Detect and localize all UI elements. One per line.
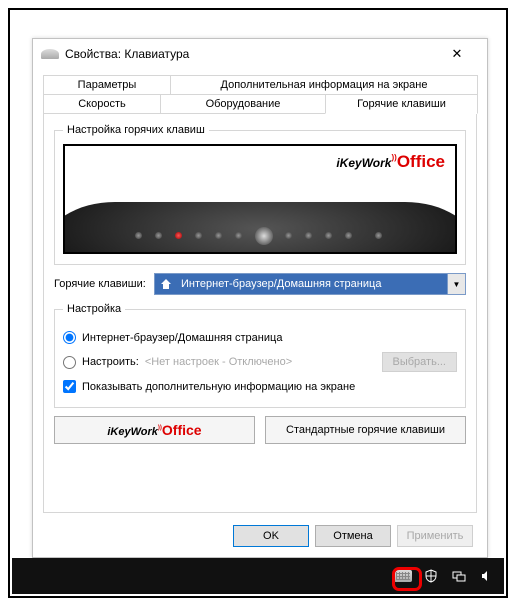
- tab-row-1: Параметры Дополнительная информация на э…: [43, 75, 477, 95]
- close-button[interactable]: ✕: [435, 46, 479, 62]
- show-osd-checkbox[interactable]: [63, 380, 76, 393]
- radio-default[interactable]: [63, 331, 76, 344]
- tab-osd-info[interactable]: Дополнительная информация на экране: [170, 75, 478, 95]
- ikeyworks-button[interactable]: iKeyWork))Office: [54, 416, 255, 444]
- group-settings: Настройка Интернет-браузер/Домашняя стра…: [54, 303, 466, 408]
- hotkey-label: Горячие клавиши:: [54, 278, 154, 290]
- window-title: Свойства: Клавиатура: [65, 47, 189, 61]
- wifi-icon: )): [158, 425, 162, 431]
- group-settings-legend: Настройка: [63, 303, 125, 315]
- home-icon: [155, 274, 177, 294]
- tab-parameters[interactable]: Параметры: [43, 75, 171, 95]
- tray-defender-icon[interactable]: [422, 568, 440, 584]
- dropdown-arrow-icon[interactable]: ▼: [447, 274, 465, 294]
- outer-frame: Свойства: Клавиатура ✕ Параметры Дополни…: [8, 8, 508, 598]
- hotkey-selector-row: Горячие клавиши: Интернет-браузер/Домашн…: [54, 273, 466, 295]
- wifi-icon: )): [391, 153, 396, 162]
- tab-hotkeys[interactable]: Горячие клавиши: [325, 94, 478, 114]
- device-preview: iKeyWork))Office: [63, 144, 457, 254]
- radio-custom[interactable]: [63, 356, 76, 369]
- radio-custom-row: Настроить: <Нет настроек - Отключено> Вы…: [63, 352, 457, 372]
- browse-button[interactable]: Выбрать...: [382, 352, 457, 372]
- radio-custom-label: Настроить:: [82, 356, 139, 368]
- ok-button[interactable]: OK: [233, 525, 309, 547]
- hotkey-combobox[interactable]: Интернет-браузер/Домашняя страница ▼: [154, 273, 466, 295]
- radio-default-label: Интернет-браузер/Домашняя страница: [82, 332, 282, 344]
- tab-speed[interactable]: Скорость: [43, 94, 161, 114]
- tab-container: Параметры Дополнительная информация на э…: [33, 69, 487, 513]
- radio-default-row: Интернет-браузер/Домашняя страница: [63, 331, 457, 344]
- hotkey-selected: Интернет-браузер/Домашняя страница: [177, 274, 447, 294]
- ikeyworks-logo: iKeyWork))Office: [336, 152, 445, 172]
- tab-body: Настройка горячих клавиш iKeyWork))Offic…: [43, 113, 477, 513]
- group-hotkey-setup: Настройка горячих клавиш iKeyWork))Offic…: [54, 124, 466, 265]
- radio-custom-hint: <Нет настроек - Отключено>: [145, 356, 292, 368]
- apply-button[interactable]: Применить: [397, 525, 473, 547]
- tray-volume-icon[interactable]: [478, 568, 496, 584]
- keyboard-icon: [41, 49, 59, 59]
- tab-hardware[interactable]: Оборудование: [160, 94, 326, 114]
- tray-network-icon[interactable]: [450, 568, 468, 584]
- show-osd-row: Показывать дополнительную информацию на …: [63, 380, 457, 393]
- keyboard-device-image: [63, 202, 457, 254]
- annotation-highlight: [392, 567, 422, 591]
- cancel-button[interactable]: Отмена: [315, 525, 391, 547]
- tab-row-2: Скорость Оборудование Горячие клавиши: [43, 94, 477, 114]
- titlebar: Свойства: Клавиатура ✕: [33, 39, 487, 69]
- taskbar: [12, 558, 504, 594]
- bottom-button-row: iKeyWork))Office Стандартные горячие кла…: [54, 416, 466, 444]
- group-hotkey-legend: Настройка горячих клавиш: [63, 124, 209, 136]
- dialog-buttons: OK Отмена Применить: [233, 525, 473, 547]
- default-hotkeys-button[interactable]: Стандартные горячие клавиши: [265, 416, 466, 444]
- properties-dialog: Свойства: Клавиатура ✕ Параметры Дополни…: [32, 38, 488, 558]
- show-osd-label: Показывать дополнительную информацию на …: [82, 381, 355, 393]
